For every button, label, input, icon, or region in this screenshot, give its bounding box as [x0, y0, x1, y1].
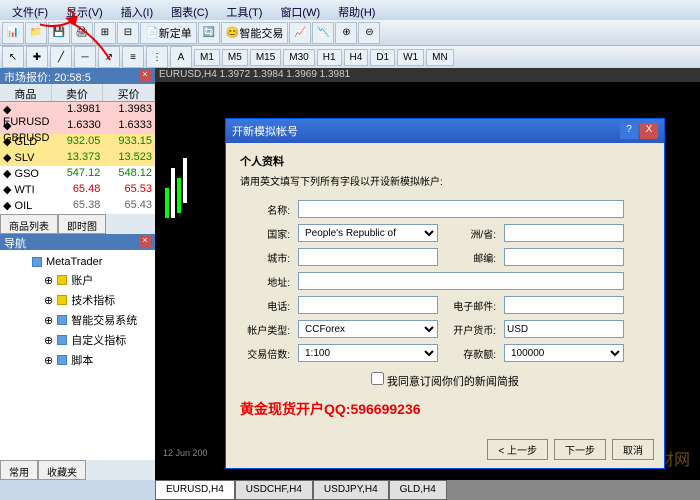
timeframe-H1[interactable]: H1: [317, 49, 342, 66]
market-row[interactable]: ◆ SLV13.37313.523: [0, 150, 155, 166]
account-type-select[interactable]: CCForex: [298, 320, 438, 338]
country-select[interactable]: People's Republic of: [298, 224, 438, 242]
chart-header: EURUSD,H4 1.3972 1.3984 1.3969 1.3981: [155, 68, 700, 82]
leverage-select[interactable]: 1:100: [298, 344, 438, 362]
dialog-titlebar[interactable]: 开新模拟帐号 ? X: [226, 119, 664, 143]
navigator-header: 导航 ×: [0, 234, 155, 250]
tab-common[interactable]: 常用: [0, 460, 38, 480]
channel-icon[interactable]: ≡: [122, 46, 144, 68]
market-row[interactable]: ◆ GLD932.05933.15: [0, 134, 155, 150]
name-input[interactable]: [298, 200, 624, 218]
menu-help[interactable]: 帮助(H): [330, 2, 383, 18]
deposit-select[interactable]: 100000: [504, 344, 624, 362]
nav-item[interactable]: ⊕ 脚本: [4, 350, 151, 370]
cancel-button[interactable]: 取消: [612, 439, 654, 460]
new-demo-account-dialog: 开新模拟帐号 ? X 个人资料 请用英文填写下列所有字段以开设新模拟帐户: 名称…: [225, 118, 665, 469]
nav-item[interactable]: ⊕ 技术指标: [4, 290, 151, 310]
chart-date: 12 Jun 200: [163, 448, 208, 458]
tb-icon[interactable]: ⊟: [117, 22, 139, 44]
chart-tabs: EURUSD,H4USDCHF,H4USDJPY,H4GLD,H4: [155, 480, 700, 500]
menu-file[interactable]: 文件(F): [4, 2, 56, 18]
city-input[interactable]: [298, 248, 438, 266]
help-icon[interactable]: ?: [620, 123, 638, 139]
menu-tools[interactable]: 工具(T): [218, 2, 270, 18]
market-row[interactable]: ◆ EURUSD1.39811.3983: [0, 102, 155, 118]
hline-icon[interactable]: ─: [74, 46, 96, 68]
market-watch-header: 市场报价: 20:58:5 ×: [0, 68, 155, 84]
save-icon[interactable]: 💾: [48, 22, 70, 44]
tb-icon[interactable]: ⊖: [358, 22, 380, 44]
zip-input[interactable]: [504, 248, 624, 266]
left-panel: 市场报价: 20:58:5 × 商品 卖价 买价 ◆ EURUSD1.39811…: [0, 68, 155, 480]
chart-tab[interactable]: EURUSD,H4: [155, 480, 235, 500]
currency-input[interactable]: [504, 320, 624, 338]
menu-insert[interactable]: 插入(I): [113, 2, 161, 18]
nav-item[interactable]: ⊕ 账户: [4, 270, 151, 290]
tb-icon[interactable]: 📉: [312, 22, 334, 44]
close-icon[interactable]: ×: [139, 235, 151, 247]
navigator-tree: MetaTrader ⊕ 账户⊕ 技术指标⊕ 智能交易系统⊕ 自定义指标⊕ 脚本: [0, 250, 155, 460]
promo-text: 黄金现货开户QQ:596699236: [240, 399, 650, 419]
close-icon[interactable]: X: [640, 123, 658, 139]
chart-tab[interactable]: USDJPY,H4: [313, 480, 389, 500]
state-input[interactable]: [504, 224, 624, 242]
tab-tick[interactable]: 即时图: [58, 214, 106, 234]
crosshair-icon[interactable]: ✚: [26, 46, 48, 68]
nav-root[interactable]: MetaTrader: [4, 254, 151, 270]
timeframe-MN[interactable]: MN: [426, 49, 454, 66]
fib-icon[interactable]: ⋮: [146, 46, 168, 68]
section-note: 请用英文填写下列所有字段以开设新模拟帐户:: [240, 173, 650, 188]
newsletter-checkbox[interactable]: [371, 372, 384, 385]
menu-window[interactable]: 窗口(W): [272, 2, 328, 18]
menu-view[interactable]: 显示(V): [58, 2, 111, 18]
tb-icon[interactable]: ⊞: [94, 22, 116, 44]
timeframe-D1[interactable]: D1: [370, 49, 395, 66]
market-row[interactable]: ◆ WTI65.4865.53: [0, 182, 155, 198]
auto-trade-button[interactable]: 😊智能交易: [221, 22, 289, 44]
new-order-button[interactable]: 📄新定单: [140, 22, 197, 44]
market-columns: 商品 卖价 买价: [0, 84, 155, 102]
cursor-icon[interactable]: ↖: [2, 46, 24, 68]
tb-icon[interactable]: 📈: [289, 22, 311, 44]
prev-button[interactable]: < 上一步: [487, 439, 548, 460]
text-icon[interactable]: A: [170, 46, 192, 68]
timeframe-M15[interactable]: M15: [250, 49, 281, 66]
timeframe-M1[interactable]: M1: [194, 49, 220, 66]
market-row[interactable]: ◆ GSO547.12548.12: [0, 166, 155, 182]
tab-favorites[interactable]: 收藏夹: [38, 460, 86, 480]
toolbar-secondary: ↖ ✚ ╱ ─ ↗ ≡ ⋮ A M1M5M15M30H1H4D1W1MN: [0, 46, 700, 68]
market-row[interactable]: ◆ OIL65.3865.43: [0, 198, 155, 214]
folder-icon[interactable]: 📁: [25, 22, 47, 44]
print-icon[interactable]: 🖨: [71, 22, 93, 44]
timeframe-H4[interactable]: H4: [344, 49, 369, 66]
close-icon[interactable]: ×: [139, 69, 151, 81]
refresh-icon[interactable]: 🔄: [198, 22, 220, 44]
section-heading: 个人资料: [240, 153, 650, 169]
next-button[interactable]: 下一步: [554, 439, 606, 460]
chart-tab[interactable]: GLD,H4: [389, 480, 447, 500]
toolbar-main: 📊 📁 💾 🖨 ⊞ ⊟ 📄新定单 🔄 😊智能交易 📈 📉 ⊕ ⊖: [0, 20, 700, 46]
menu-bar: 文件(F) 显示(V) 插入(I) 图表(C) 工具(T) 窗口(W) 帮助(H…: [0, 0, 700, 20]
tb-icon[interactable]: ⊕: [335, 22, 357, 44]
address-input[interactable]: [298, 272, 624, 290]
phone-input[interactable]: [298, 296, 438, 314]
new-chart-icon[interactable]: 📊: [2, 22, 24, 44]
chart-tab[interactable]: USDCHF,H4: [235, 480, 313, 500]
email-input[interactable]: [504, 296, 624, 314]
line-icon[interactable]: ╱: [50, 46, 72, 68]
timeframe-W1[interactable]: W1: [397, 49, 424, 66]
tab-symbols[interactable]: 商品列表: [0, 214, 58, 234]
menu-charts[interactable]: 图表(C): [163, 2, 216, 18]
nav-item[interactable]: ⊕ 自定义指标: [4, 330, 151, 350]
timeframe-M5[interactable]: M5: [222, 49, 248, 66]
trend-icon[interactable]: ↗: [98, 46, 120, 68]
market-row[interactable]: ◆ GBPUSD1.63301.6333: [0, 118, 155, 134]
timeframe-M30[interactable]: M30: [283, 49, 314, 66]
nav-item[interactable]: ⊕ 智能交易系统: [4, 310, 151, 330]
